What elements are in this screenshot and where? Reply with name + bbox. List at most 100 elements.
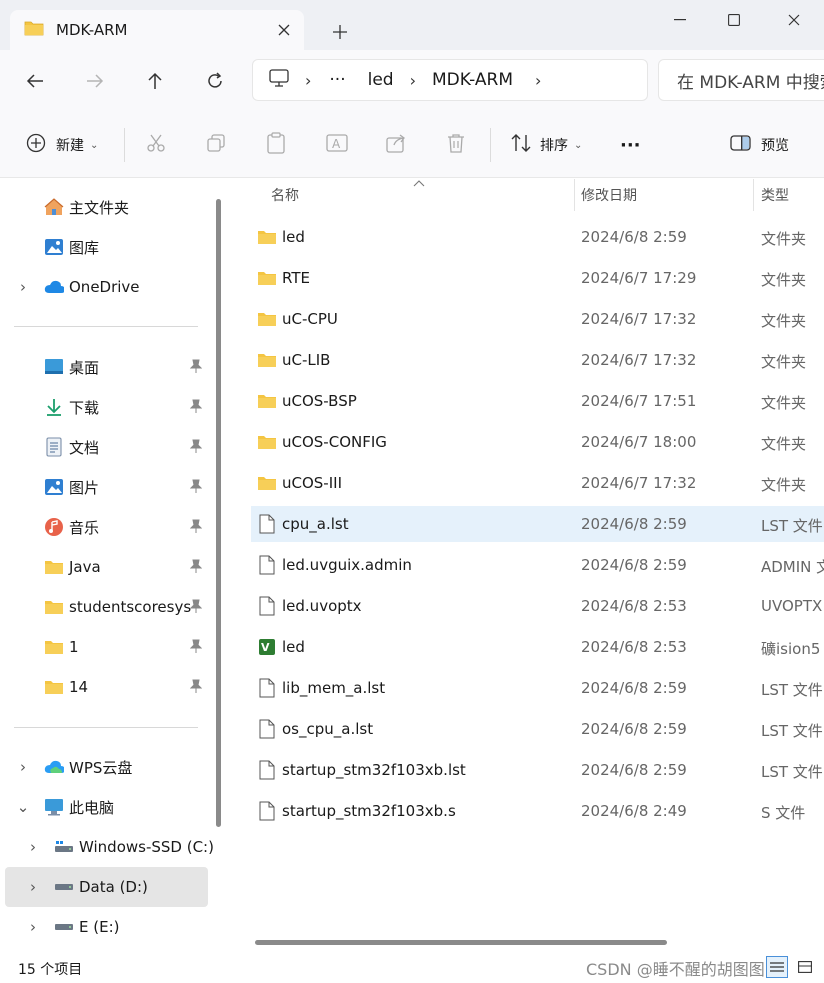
sidebar-item-home[interactable]: 主文件夹 <box>0 187 210 227</box>
file-date: 2024/6/7 17:32 <box>581 351 697 369</box>
table-row[interactable]: RTE 2024/6/7 17:29 文件夹 <box>251 260 824 296</box>
chevron-right-icon[interactable]: › <box>26 878 40 896</box>
table-row[interactable]: startup_stm32f103xb.lst 2024/6/8 2:59 LS… <box>251 752 824 788</box>
table-row[interactable]: led 2024/6/8 2:59 文件夹 <box>251 219 824 255</box>
minimize-button[interactable] <box>660 8 700 32</box>
document-icon <box>44 437 64 457</box>
pc-icon <box>269 68 289 92</box>
delete-button[interactable] <box>446 132 466 158</box>
sort-button[interactable]: 排序 ⌄ <box>510 132 582 158</box>
column-divider[interactable] <box>753 179 754 211</box>
sidebar-item-downloads[interactable]: 下载 <box>0 387 210 427</box>
breadcrumb-overflow[interactable]: ··· <box>329 70 345 90</box>
pin-icon[interactable] <box>189 559 203 577</box>
table-row[interactable]: uCOS-CONFIG 2024/6/7 18:00 文件夹 <box>251 424 824 460</box>
paste-button[interactable] <box>266 132 286 158</box>
chevron-right-icon[interactable]: › <box>26 918 40 936</box>
file-name: startup_stm32f103xb.lst <box>282 761 466 779</box>
address-bar[interactable]: › ··· led › MDK-ARM › <box>252 59 648 101</box>
search-placeholder: 在 MDK-ARM 中搜索 <box>677 72 824 93</box>
sidebar-item-label: 桌面 <box>69 358 100 377</box>
column-header-type[interactable]: 类型 <box>761 179 789 211</box>
column-header-date[interactable]: 修改日期 <box>581 179 637 211</box>
file-type: 文件夹 <box>761 353 807 371</box>
rename-button[interactable]: A <box>326 132 348 158</box>
pin-icon[interactable] <box>189 519 203 537</box>
pin-icon[interactable] <box>189 399 203 417</box>
chevron-right-icon[interactable]: › <box>305 71 311 90</box>
table-row[interactable]: os_cpu_a.lst 2024/6/8 2:59 LST 文件 <box>251 711 824 747</box>
more-button[interactable]: ··· <box>620 132 641 158</box>
sidebar-item-drive-d[interactable]: › Data (D:) <box>5 867 208 907</box>
sidebar-item-14[interactable]: 14 <box>0 667 210 707</box>
pin-icon[interactable] <box>189 599 203 617</box>
search-input[interactable]: 在 MDK-ARM 中搜索 <box>658 59 824 101</box>
file-type: 文件夹 <box>761 271 807 289</box>
back-button[interactable] <box>20 66 50 96</box>
breadcrumb-led[interactable]: led <box>368 70 394 90</box>
sidebar-item-java[interactable]: Java <box>0 547 210 587</box>
chevron-right-icon[interactable]: › <box>16 758 30 776</box>
breadcrumb-mdk-arm[interactable]: MDK-ARM <box>432 70 513 90</box>
pin-icon[interactable] <box>189 479 203 497</box>
new-button[interactable]: 新建 ⌄ <box>26 132 98 158</box>
table-row[interactable]: startup_stm32f103xb.s 2024/6/8 2:49 S 文件 <box>251 793 824 829</box>
preview-button[interactable]: 预览 <box>730 132 789 158</box>
sidebar-item-drive-e[interactable]: › E (E:) <box>0 907 210 947</box>
chevron-right-icon[interactable]: › <box>535 71 541 90</box>
table-row[interactable]: led.uvguix.admin 2024/6/8 2:59 ADMIN 文 <box>251 547 824 583</box>
tiles-view-button[interactable] <box>794 956 816 978</box>
column-header-label: 名称 <box>271 188 299 204</box>
file-date: 2024/6/8 2:59 <box>581 556 687 574</box>
pin-icon[interactable] <box>189 359 203 377</box>
chevron-down-icon[interactable]: ⌄ <box>16 798 30 816</box>
column-divider[interactable] <box>574 179 575 211</box>
column-header-name[interactable]: 名称 <box>271 179 299 211</box>
share-button[interactable] <box>386 132 406 158</box>
scissors-icon <box>146 133 166 157</box>
maximize-button[interactable] <box>714 8 754 32</box>
folder-icon <box>44 677 64 697</box>
sidebar-item-this-pc[interactable]: ⌄ 此电脑 <box>0 787 210 827</box>
horizontal-scrollbar[interactable] <box>255 940 667 945</box>
new-tab-button[interactable] <box>328 20 352 44</box>
pin-icon[interactable] <box>189 679 203 697</box>
file-date: 2024/6/7 17:32 <box>581 310 697 328</box>
sidebar-item-gallery[interactable]: 图库 <box>0 227 210 267</box>
cut-button[interactable] <box>146 132 166 158</box>
up-button[interactable] <box>140 66 170 96</box>
sidebar-item-desktop[interactable]: 桌面 <box>0 347 210 387</box>
folder-icon <box>257 391 277 411</box>
tab-mdk-arm[interactable]: MDK-ARM <box>10 10 304 50</box>
sidebar-item-wps-cloud[interactable]: › WPS云盘 <box>0 747 210 787</box>
copy-button[interactable] <box>206 132 226 158</box>
sidebar-divider <box>14 727 198 728</box>
table-row[interactable]: uCOS-III 2024/6/7 17:32 文件夹 <box>251 465 824 501</box>
forward-button[interactable] <box>80 66 110 96</box>
sidebar-item-studentscoresys[interactable]: studentscoresys <box>0 587 210 627</box>
table-row[interactable]: lib_mem_a.lst 2024/6/8 2:59 LST 文件 <box>251 670 824 706</box>
table-row[interactable]: led.uvoptx 2024/6/8 2:53 UVOPTX <box>251 588 824 624</box>
table-row[interactable]: uCOS-BSP 2024/6/7 17:51 文件夹 <box>251 383 824 419</box>
sidebar-item-pictures[interactable]: 图片 <box>0 467 210 507</box>
pin-icon[interactable] <box>189 439 203 457</box>
table-row[interactable]: cpu_a.lst 2024/6/8 2:59 LST 文件 <box>251 506 824 542</box>
close-window-button[interactable] <box>774 8 814 32</box>
cloud-icon <box>44 757 64 777</box>
sidebar-item-onedrive[interactable]: › OneDrive <box>0 267 210 307</box>
sidebar-item-documents[interactable]: 文档 <box>0 427 210 467</box>
table-row[interactable]: V led 2024/6/8 2:53 礦ision5 <box>251 629 824 665</box>
sidebar-item-1[interactable]: 1 <box>0 627 210 667</box>
table-row[interactable]: uC-LIB 2024/6/7 17:32 文件夹 <box>251 342 824 378</box>
pin-icon[interactable] <box>189 639 203 657</box>
sidebar-item-drive-c[interactable]: › Windows-SSD (C:) <box>0 827 214 867</box>
chevron-right-icon[interactable]: › <box>410 71 416 90</box>
details-view-button[interactable] <box>766 956 788 978</box>
table-row[interactable]: uC-CPU 2024/6/7 17:32 文件夹 <box>251 301 824 337</box>
chevron-right-icon[interactable]: › <box>26 838 40 856</box>
chevron-right-icon[interactable]: › <box>16 278 30 296</box>
close-tab-icon[interactable] <box>274 20 294 40</box>
refresh-button[interactable] <box>200 66 230 96</box>
sidebar-item-music[interactable]: 音乐 <box>0 507 210 547</box>
sidebar-scrollbar[interactable] <box>216 199 221 827</box>
